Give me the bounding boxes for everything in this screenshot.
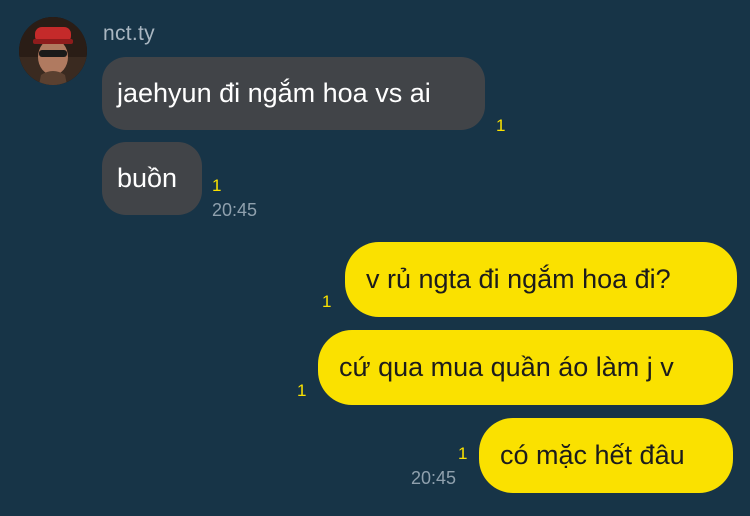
sender-avatar[interactable] [19,17,87,85]
message-text: cứ qua mua quần áo làm j v [339,352,674,382]
message-timestamp: 20:45 [212,200,258,220]
avatar-image [19,17,87,85]
incoming-message-bubble[interactable]: buồn [102,142,202,215]
message-text: có mặc hết đâu [500,440,685,470]
outgoing-message-bubble[interactable]: cứ qua mua quần áo làm j v [318,330,733,405]
sender-name: nct.ty [103,22,155,45]
message-timestamp: 20:45 [411,468,457,488]
unread-count: 1 [496,116,506,135]
outgoing-message-bubble[interactable]: v rủ ngta đi ngắm hoa đi? [345,242,737,317]
unread-count: 1 [322,292,332,311]
message-text: v rủ ngta đi ngắm hoa đi? [366,264,671,294]
message-text: buồn [117,163,178,193]
unread-count: 1 [297,381,307,400]
unread-count: 1 [458,444,468,463]
outgoing-message-bubble[interactable]: có mặc hết đâu [479,418,733,493]
message-text: jaehyun đi ngắm hoa vs ai [117,78,431,108]
unread-count: 1 [212,176,222,195]
incoming-message-bubble[interactable]: jaehyun đi ngắm hoa vs ai [102,57,485,130]
